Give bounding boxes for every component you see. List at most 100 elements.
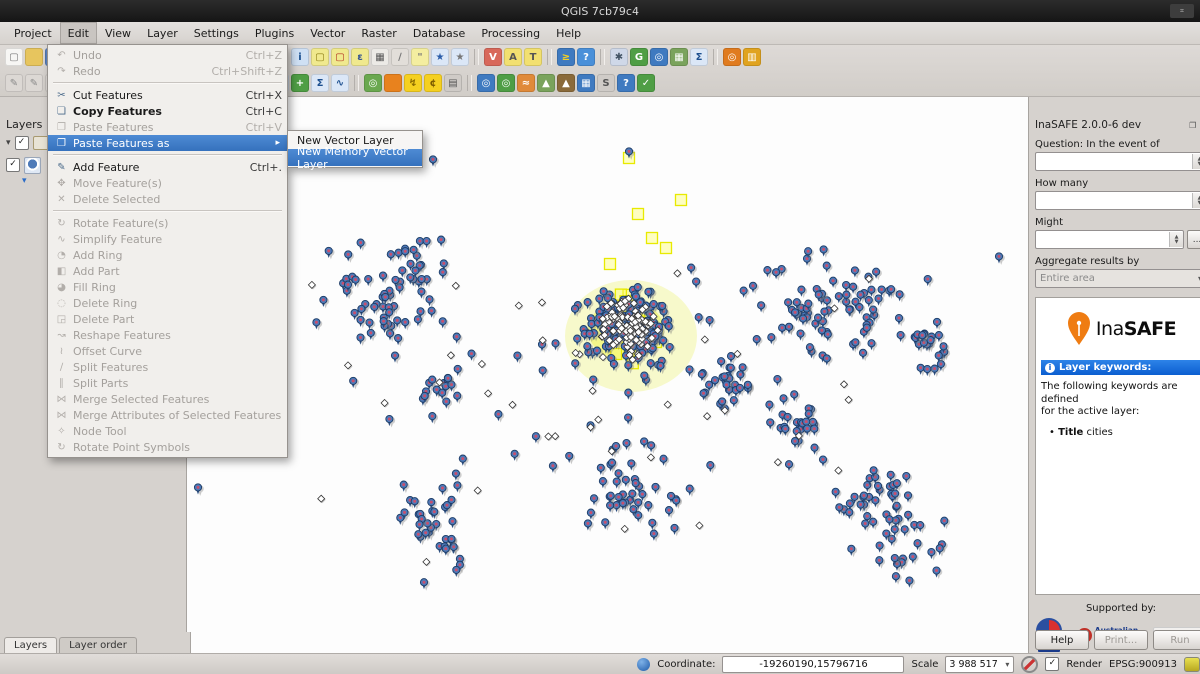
money-icon[interactable]: ¢: [424, 74, 442, 92]
processing-toolbox-icon[interactable]: ✱: [610, 48, 628, 66]
toolbar-separator: [354, 75, 359, 91]
raster-tools-icon[interactable]: ▦: [670, 48, 688, 66]
layer-group-checkbox[interactable]: ✓: [15, 136, 29, 150]
python-console-icon[interactable]: ≥: [557, 48, 575, 66]
add-part-icon: ◧: [53, 266, 70, 277]
text-annotation-icon[interactable]: T: [524, 48, 542, 66]
road-graph-icon[interactable]: S: [597, 74, 615, 92]
hazard-combo[interactable]: ▲▼: [1035, 152, 1200, 171]
edit-menu-item-add-feature[interactable]: ✎Add FeatureCtrl+.: [48, 159, 287, 175]
rotate-point-symbols-icon: ↻: [53, 442, 70, 453]
print-button[interactable]: Print...: [1094, 630, 1148, 650]
select-by-expression-icon[interactable]: ε: [351, 48, 369, 66]
deselect-features-icon[interactable]: ▢: [331, 48, 349, 66]
map-tips-icon[interactable]: ": [411, 48, 429, 66]
measure-icon[interactable]: ∕: [391, 48, 409, 66]
menu-item-label: Undo: [70, 49, 102, 62]
layer-checkbox[interactable]: ✓: [6, 158, 20, 172]
dock-tab-layers[interactable]: Layers: [4, 637, 57, 654]
plugin-help-icon[interactable]: ?: [577, 48, 595, 66]
edit-menu-item-rotate-point-symbols: ↻Rotate Point Symbols: [48, 439, 287, 455]
select-features-icon[interactable]: ▢: [311, 48, 329, 66]
map-composer-icon[interactable]: ▥: [743, 48, 761, 66]
redo-icon: ↷: [53, 66, 70, 77]
menu-view[interactable]: View: [97, 22, 139, 44]
submenu-item-new-memory-vector-layer[interactable]: New Memory Vector Layer: [288, 149, 422, 166]
edit-menu-item-paste-features-as[interactable]: ❐Paste Features as▸: [48, 135, 287, 151]
spatial-query-icon[interactable]: ?: [617, 74, 635, 92]
interpolation-icon[interactable]: ▲: [537, 74, 555, 92]
new-project-icon[interactable]: ▢: [5, 48, 23, 66]
menu-separator: [53, 154, 282, 156]
terrain-icon[interactable]: ▲: [557, 74, 575, 92]
dock-tab-layer-order[interactable]: Layer order: [59, 637, 137, 654]
keyboard-indicator-icon[interactable]: ⌗: [1170, 4, 1194, 18]
globe-green-icon[interactable]: ◎: [497, 74, 515, 92]
exposure-combo[interactable]: ▲▼: [1035, 191, 1200, 210]
topology-checker-icon[interactable]: ✓: [637, 74, 655, 92]
menu-settings[interactable]: Settings: [186, 22, 247, 44]
toggle-editing-icon[interactable]: ✎: [25, 74, 43, 92]
menu-project[interactable]: Project: [6, 22, 60, 44]
menu-vector[interactable]: Vector: [302, 22, 353, 44]
zonal-stats-icon[interactable]: ▦: [577, 74, 595, 92]
function-combo[interactable]: ▲▼: [1035, 230, 1184, 249]
expand-arrow-icon[interactable]: ▾: [6, 138, 11, 148]
inasafe-icon[interactable]: [384, 74, 402, 92]
edit-menu-item-reshape-features: ↝Reshape Features: [48, 327, 287, 343]
globe-blue-icon[interactable]: ◎: [477, 74, 495, 92]
edit-menu-item-offset-curve: ≀Offset Curve: [48, 343, 287, 359]
identify-features-icon[interactable]: i: [291, 48, 309, 66]
coordinate-capture-icon[interactable]: ◎: [364, 74, 382, 92]
edit-menu-item-cut-features[interactable]: ✂Cut FeaturesCtrl+X: [48, 87, 287, 103]
dock-icon[interactable]: ▤: [444, 74, 462, 92]
menu-edit[interactable]: Edit: [60, 22, 97, 44]
menu-separator: [53, 210, 282, 212]
menu-item-shortcut: Ctrl+Shift+Z: [199, 65, 282, 78]
menu-raster[interactable]: Raster: [353, 22, 404, 44]
menu-processing[interactable]: Processing: [473, 22, 548, 44]
edit-menu-item-delete-part: ◲Delete Part: [48, 311, 287, 327]
coordinate-field[interactable]: -19260190,15796716: [722, 656, 904, 673]
heatmap-icon[interactable]: ≈: [517, 74, 535, 92]
current-edits-icon[interactable]: ✎: [5, 74, 23, 92]
function-options-button[interactable]: ...: [1187, 230, 1200, 249]
float-inasafe-panel-icon[interactable]: ❐: [1189, 121, 1196, 130]
messages-icon[interactable]: [1184, 657, 1200, 672]
web-plugin-icon[interactable]: ◎: [650, 48, 668, 66]
menu-item-label: Paste Features: [70, 121, 154, 134]
stop-render-icon[interactable]: [1021, 656, 1038, 673]
menu-help[interactable]: Help: [548, 22, 589, 44]
open-project-icon[interactable]: [25, 48, 43, 66]
show-bookmarks-icon[interactable]: ★: [451, 48, 469, 66]
menu-plugins[interactable]: Plugins: [247, 22, 302, 44]
osm-plugin-icon[interactable]: ◎: [723, 48, 741, 66]
layer-keywords-header: i Layer keywords:: [1041, 360, 1200, 375]
map-canvas[interactable]: [186, 96, 1028, 654]
layer-symbol-icon: [24, 157, 41, 174]
menu-database[interactable]: Database: [405, 22, 474, 44]
edit-menu-item-copy-features[interactable]: ❏Copy FeaturesCtrl+C: [48, 103, 287, 119]
grass-tools-icon[interactable]: G: [630, 48, 648, 66]
render-checkbox[interactable]: ✓: [1045, 657, 1059, 671]
edit-menu-item-delete-ring: ◌Delete Ring: [48, 295, 287, 311]
field-calculator-icon[interactable]: Σ: [690, 48, 708, 66]
menu-item-label: Paste Features as: [70, 137, 169, 150]
help-button[interactable]: Help: [1035, 630, 1089, 650]
new-shapefile-icon[interactable]: V: [484, 48, 502, 66]
sum-icon[interactable]: Σ: [311, 74, 329, 92]
lightning-icon[interactable]: ↯: [404, 74, 422, 92]
statistics-icon[interactable]: ∿: [331, 74, 349, 92]
add-feature-icon: ✎: [53, 162, 70, 173]
toolbar-separator: [474, 49, 479, 65]
tracking-icon[interactable]: [637, 658, 650, 671]
epsg-label[interactable]: EPSG:900913: [1109, 659, 1177, 670]
annotation-icon[interactable]: A: [504, 48, 522, 66]
scale-combo[interactable]: 3 988 517 ▾: [945, 656, 1014, 673]
menu-layer[interactable]: Layer: [139, 22, 186, 44]
run-button[interactable]: Run: [1153, 630, 1200, 650]
open-attribute-table-icon[interactable]: ▦: [371, 48, 389, 66]
aggregation-combo[interactable]: Entire area ▾: [1035, 269, 1200, 288]
new-bookmark-icon[interactable]: ★: [431, 48, 449, 66]
georeferencer-icon[interactable]: +: [291, 74, 309, 92]
